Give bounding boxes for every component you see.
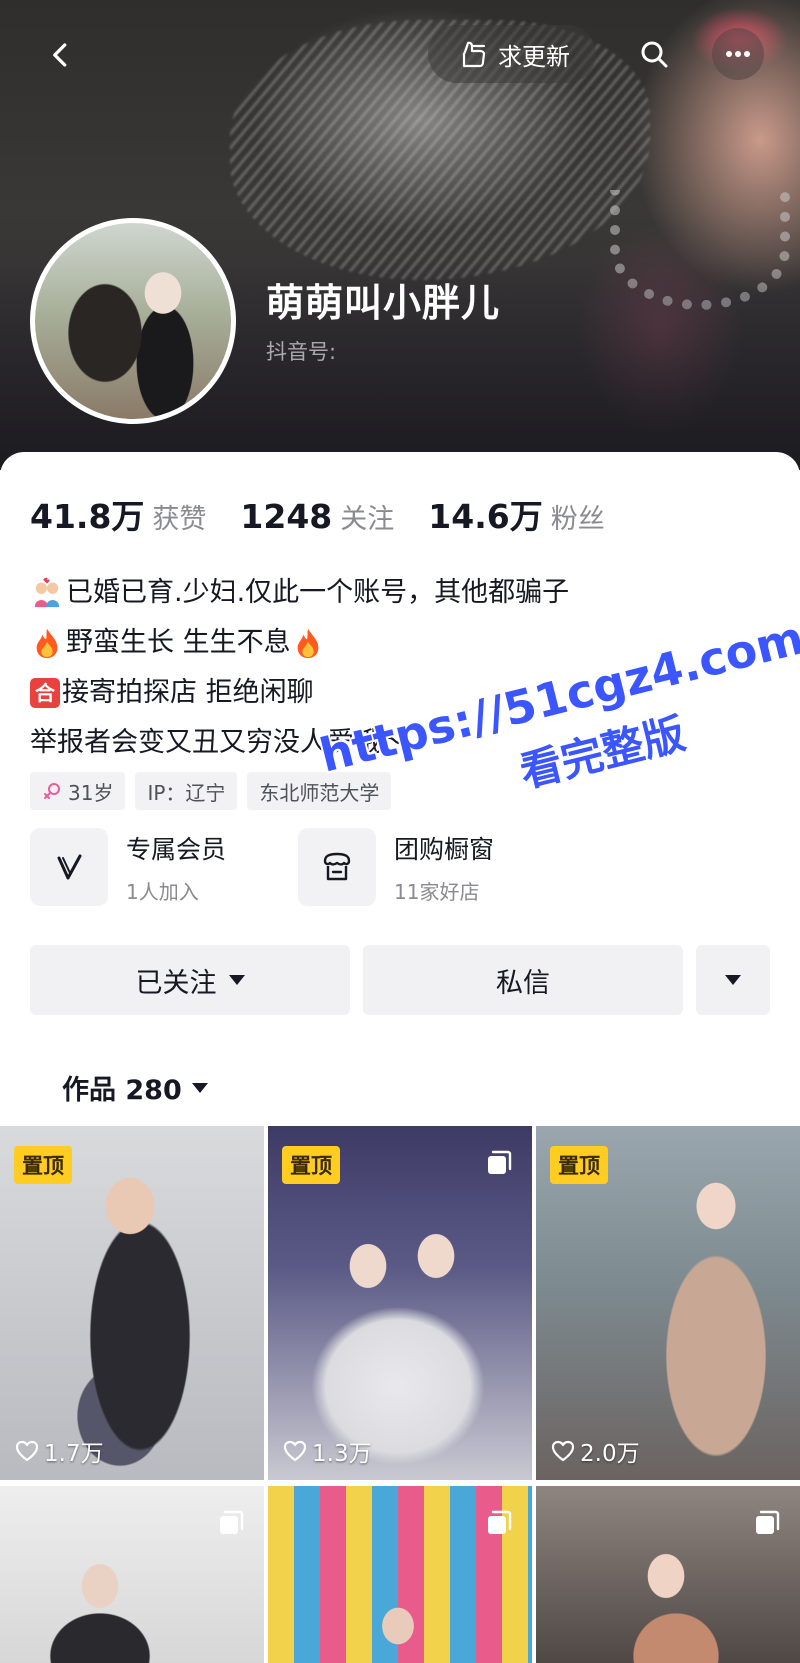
couple-kiss-icon [30, 576, 64, 610]
stat-value: 14.6万 [428, 497, 543, 536]
video-tile[interactable] [268, 1486, 532, 1663]
video-tile[interactable] [536, 1486, 800, 1663]
stat-label: 粉丝 [550, 504, 605, 535]
request-update-label: 求更新 [498, 42, 570, 71]
stat-likes[interactable]: 41.8万 获赞 [30, 490, 206, 538]
tag-age-label: 31岁 [68, 780, 114, 805]
member-service[interactable]: 专属会员 1人加入 [30, 828, 226, 906]
video-tile[interactable]: 置顶 2.0万 [536, 1126, 800, 1480]
stat-value: 1248 [240, 497, 333, 536]
fire-icon [291, 626, 325, 660]
stat-label: 获赞 [152, 504, 207, 535]
pinned-badge: 置顶 [282, 1146, 340, 1184]
member-service-sub: 1人加入 [126, 879, 199, 904]
recommend-dropdown-button[interactable] [696, 945, 770, 1015]
stat-label: 关注 [340, 504, 395, 535]
caret-down-icon [228, 975, 245, 985]
tag-ip: IP：辽宁 [135, 772, 238, 810]
group-buy-sub: 11家好店 [394, 879, 480, 904]
heart-icon [551, 1440, 575, 1462]
chevron-left-icon [53, 43, 67, 67]
following-button[interactable]: 已关注 [30, 945, 350, 1015]
stats-row: 41.8万 获赞 1248 关注 14.6万 粉丝 [30, 490, 639, 538]
he-badge-icon: 合 [30, 678, 60, 708]
back-button[interactable] [36, 30, 86, 80]
like-count: 2.0万 [550, 1434, 640, 1468]
heart-icon [15, 1440, 39, 1462]
like-count: 1.3万 [282, 1434, 372, 1468]
video-tile[interactable]: 置顶 1.7万 [0, 1126, 264, 1480]
pinned-badge: 置顶 [14, 1146, 72, 1184]
search-icon [641, 41, 668, 68]
video-tile[interactable]: 置顶 1.3万 [268, 1126, 532, 1480]
caret-down-icon [191, 1082, 208, 1093]
request-update-button[interactable]: 求更新 [428, 25, 596, 83]
gallery-icon [220, 1510, 244, 1534]
tag-age: 31岁 [30, 772, 126, 810]
member-service-title: 专属会员 [126, 834, 227, 864]
profile-name: 萌萌叫小胖儿 [266, 281, 501, 325]
like-count: 1.7万 [14, 1434, 104, 1468]
works-label: 作品 280 [62, 1075, 182, 1106]
gallery-icon [756, 1510, 780, 1534]
vip-v-icon [30, 828, 108, 906]
hand-pointer-icon [462, 41, 486, 68]
like-count-value: 1.7万 [44, 1441, 104, 1467]
gallery-icon [488, 1150, 512, 1174]
message-button[interactable]: 私信 [363, 945, 683, 1015]
video-tile[interactable] [0, 1486, 264, 1663]
caret-down-icon [725, 975, 741, 985]
bio-text: 接寄拍探店 拒绝闲聊 [62, 677, 314, 708]
search-button[interactable] [628, 28, 680, 80]
more-options-button[interactable] [712, 28, 764, 80]
more-dots-icon [726, 51, 750, 57]
bio-line: 已婚已育.少妇.仅此一个账号，其他都骗子 [30, 568, 569, 618]
member-service-text: 专属会员 1人加入 [126, 830, 226, 905]
gallery-icon [488, 1510, 512, 1534]
stat-followers[interactable]: 14.6万 粉丝 [428, 490, 604, 538]
bio-text: 野蛮生长 生生不息 [66, 627, 291, 658]
heart-icon [283, 1440, 307, 1462]
stat-value: 41.8万 [30, 497, 145, 536]
douyin-id[interactable]: 抖音号: [266, 336, 336, 366]
female-icon [44, 783, 60, 799]
like-count-value: 1.3万 [312, 1441, 372, 1467]
pinned-badge: 置顶 [550, 1146, 608, 1184]
following-label: 已关注 [135, 967, 217, 999]
like-count-value: 2.0万 [580, 1441, 640, 1467]
fire-icon [30, 626, 64, 660]
message-label: 私信 [496, 967, 550, 999]
works-tab[interactable]: 作品 280 [62, 1068, 208, 1107]
bio-text: 已婚已育.少妇.仅此一个账号，其他都骗子 [66, 577, 570, 608]
stat-following[interactable]: 1248 关注 [240, 497, 394, 536]
avatar[interactable] [30, 218, 236, 424]
tag-ip-label: IP：辽宁 [147, 780, 226, 805]
